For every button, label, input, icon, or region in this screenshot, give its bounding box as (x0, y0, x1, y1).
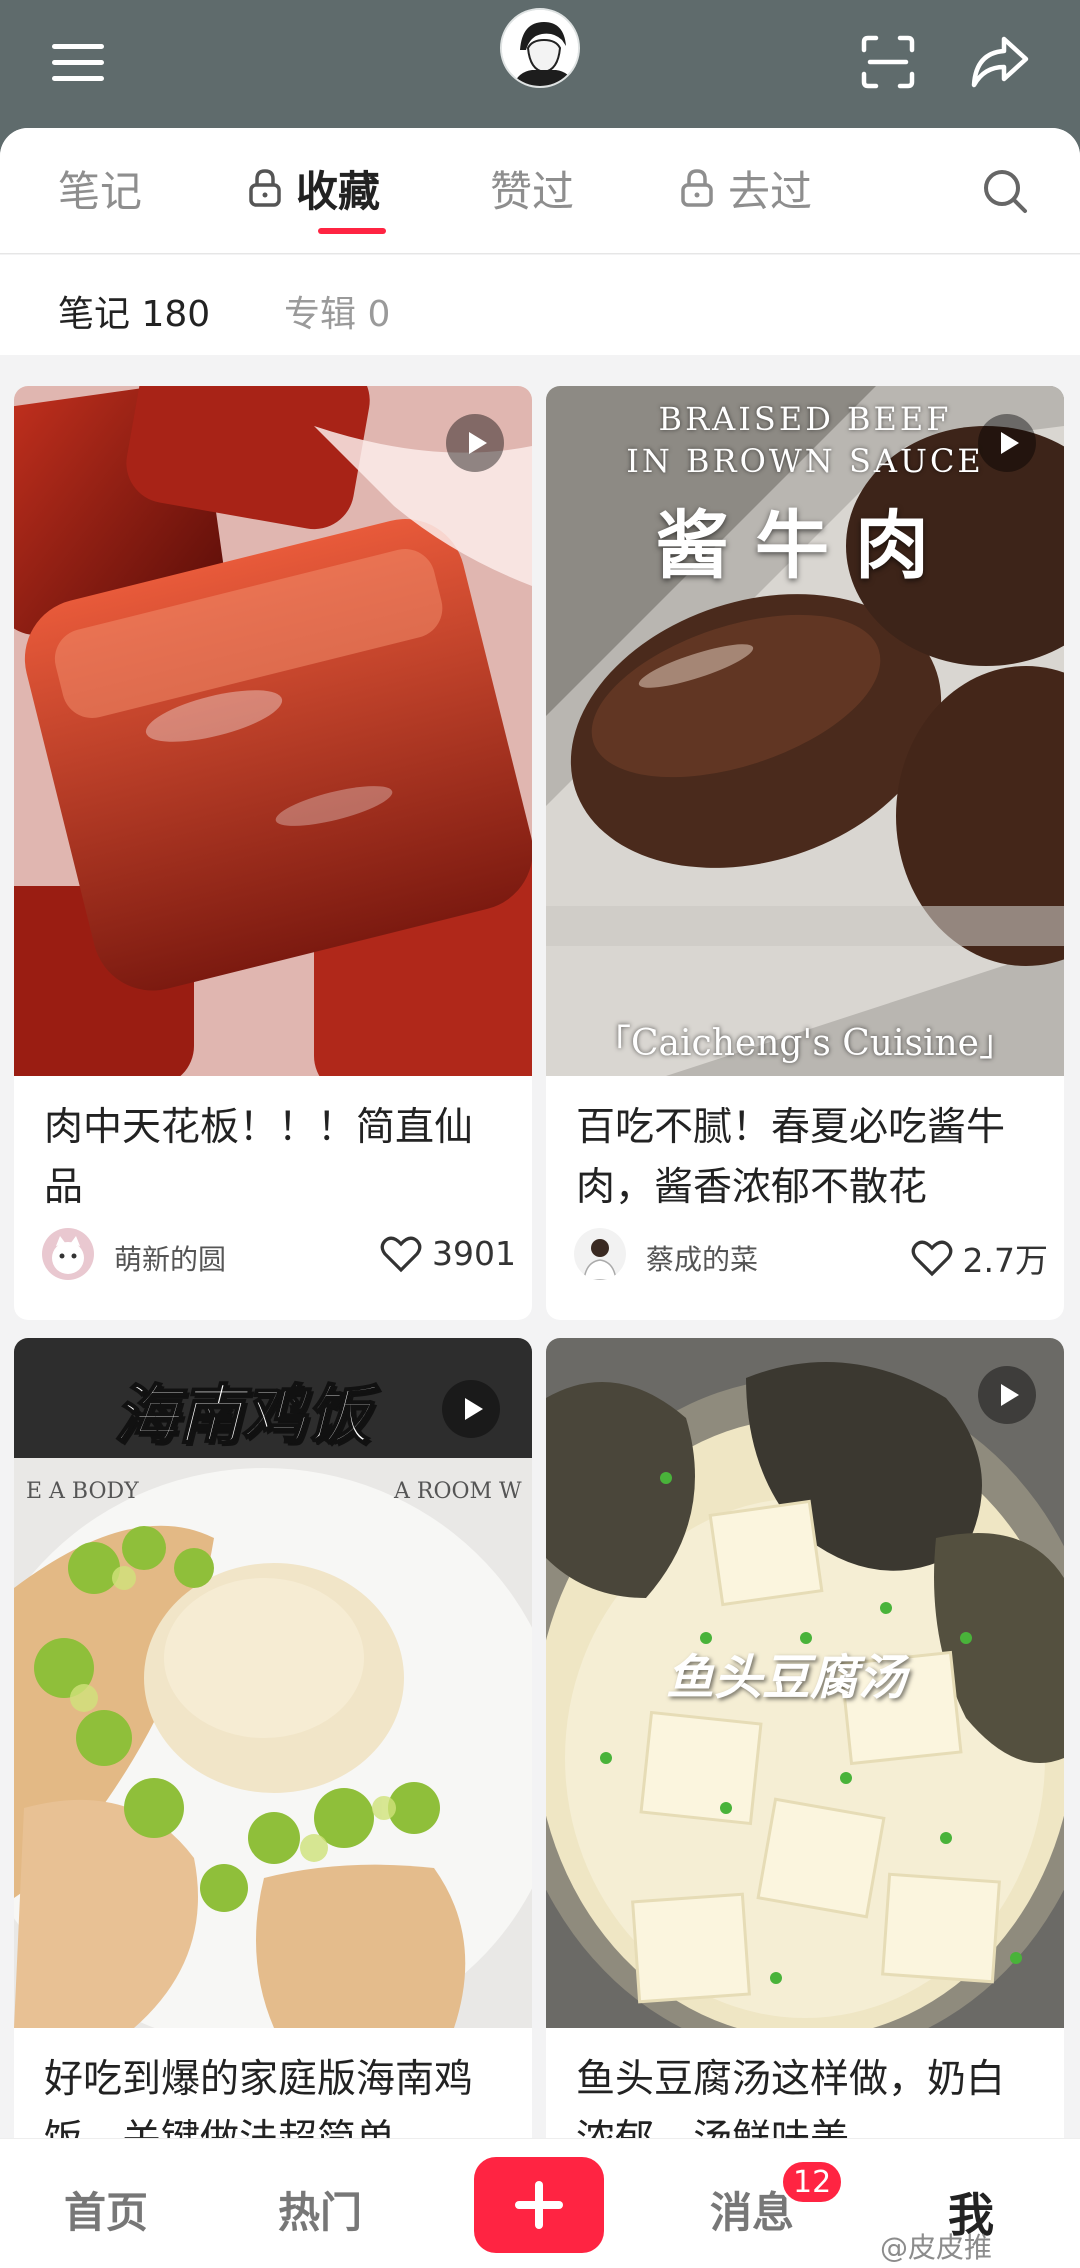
tab-notes[interactable]: 笔记 (58, 158, 142, 218)
tab-visited[interactable]: 去过 (680, 158, 812, 218)
profile-tab-bar: 笔记 收藏 赞过 去过 (0, 128, 1080, 254)
note-card[interactable]: 鱼头豆腐汤 鱼头豆腐汤这样做，奶白浓郁，汤鲜味美 (546, 1338, 1064, 2268)
note-title: 肉中天花板！！！简直仙品 (44, 1105, 474, 1210)
search-button[interactable] (972, 158, 1038, 224)
cover-caption: 鱼头豆腐汤 (666, 1650, 907, 1706)
author-name[interactable]: 萌新的圆 (114, 1238, 226, 1278)
tab-collect[interactable]: 收藏 (248, 158, 380, 218)
note-cover-image: 鱼头豆腐汤 (546, 1338, 1064, 2028)
like-count: 2.7万 (962, 1241, 1048, 1280)
heart-icon (380, 1236, 422, 1272)
top-app-bar (0, 0, 1080, 128)
tab-liked-label: 赞过 (490, 166, 575, 216)
search-icon (984, 170, 1027, 213)
note-card[interactable]: 肉中天花板！！！简直仙品 萌新的圆 3901 (14, 386, 532, 1320)
messages-badge: 12 (780, 2159, 845, 2205)
subtab-albums[interactable]: 专辑 0 (284, 285, 390, 337)
plus-icon (515, 2181, 563, 2229)
share-icon (971, 36, 1029, 88)
svg-text:A ROOM W: A ROOM W (393, 1479, 522, 1504)
play-icon (464, 1398, 483, 1420)
note-meta: 萌新的圆 3901 (42, 1226, 516, 1282)
note-meta: 蔡成的菜 2.7万 (574, 1226, 1048, 1282)
nav-home[interactable]: 首页 (64, 2179, 148, 2240)
lock-icon (681, 169, 713, 207)
subtab-notes[interactable]: 笔记 180 (58, 285, 210, 337)
tab-liked[interactable]: 赞过 (490, 158, 574, 218)
scan-button[interactable] (848, 22, 928, 102)
video-play-badge (978, 1366, 1036, 1424)
note-card[interactable]: BRAISED BEEF IN BROWN SAUCE 酱牛肉 「Caichen… (546, 386, 1064, 1320)
cover-caption-cn: 酱牛肉 (655, 503, 955, 589)
play-icon (468, 432, 487, 454)
author-avatar-image (574, 1228, 626, 1280)
video-play-badge (446, 414, 504, 472)
like-button[interactable]: 2.7万 (911, 1234, 1048, 1282)
author-avatar-image (42, 1228, 94, 1280)
heart-icon (911, 1240, 952, 1277)
video-play-badge (442, 1380, 500, 1438)
tab-visited-label: 去过 (728, 166, 813, 216)
menu-button[interactable] (38, 22, 118, 102)
tab-notes-label: 笔记 (58, 166, 143, 216)
note-card[interactable]: E A BODY A ROOM W 海南鸡饭 好吃到爆的家庭版海南鸡饭，关键做法… (14, 1338, 532, 2268)
play-icon (1000, 432, 1019, 454)
avatar-illustration (502, 10, 578, 86)
collection-subtab-bar: 笔记 180 专辑 0 (0, 255, 1080, 355)
cover-caption: 海南鸡饭 (113, 1378, 371, 1454)
play-icon (1000, 1384, 1019, 1406)
author-name[interactable]: 蔡成的菜 (646, 1238, 758, 1278)
svg-text:E A BODY: E A BODY (26, 1479, 139, 1504)
note-cover-image: E A BODY A ROOM W 海南鸡饭 (14, 1338, 532, 2028)
tab-collect-label: 收藏 (296, 166, 381, 216)
braised-pork-illustration (14, 386, 532, 1076)
video-play-badge (978, 414, 1036, 472)
nav-hot[interactable]: 热门 (278, 2179, 362, 2240)
scan-icon (861, 35, 915, 89)
active-tab-indicator (318, 228, 386, 234)
profile-avatar[interactable] (500, 8, 580, 88)
share-button[interactable] (960, 22, 1040, 102)
lock-icon (249, 169, 281, 207)
author-avatar[interactable] (574, 1228, 626, 1280)
cover-brand: 「Caicheng's Cuisine」 (595, 1023, 1015, 1064)
create-post-button[interactable] (474, 2157, 604, 2253)
author-avatar[interactable] (42, 1228, 94, 1280)
like-button[interactable]: 3901 (380, 1234, 516, 1273)
profile-content-sheet: 笔记 收藏 赞过 去过 笔记 180 专辑 0 肉中天花板！！！简直仙品 萌新的… (0, 128, 1080, 2268)
watermark: @皮皮推 (880, 2231, 993, 2264)
like-count: 3901 (432, 1234, 516, 1273)
note-cover-image: BRAISED BEEF IN BROWN SAUCE 酱牛肉 「Caichen… (546, 386, 1064, 1076)
note-title: 百吃不腻！春夏必吃酱牛肉，酱香浓郁不散花 (576, 1105, 1006, 1210)
note-cover-image (14, 386, 532, 1076)
menu-icon (52, 44, 104, 81)
